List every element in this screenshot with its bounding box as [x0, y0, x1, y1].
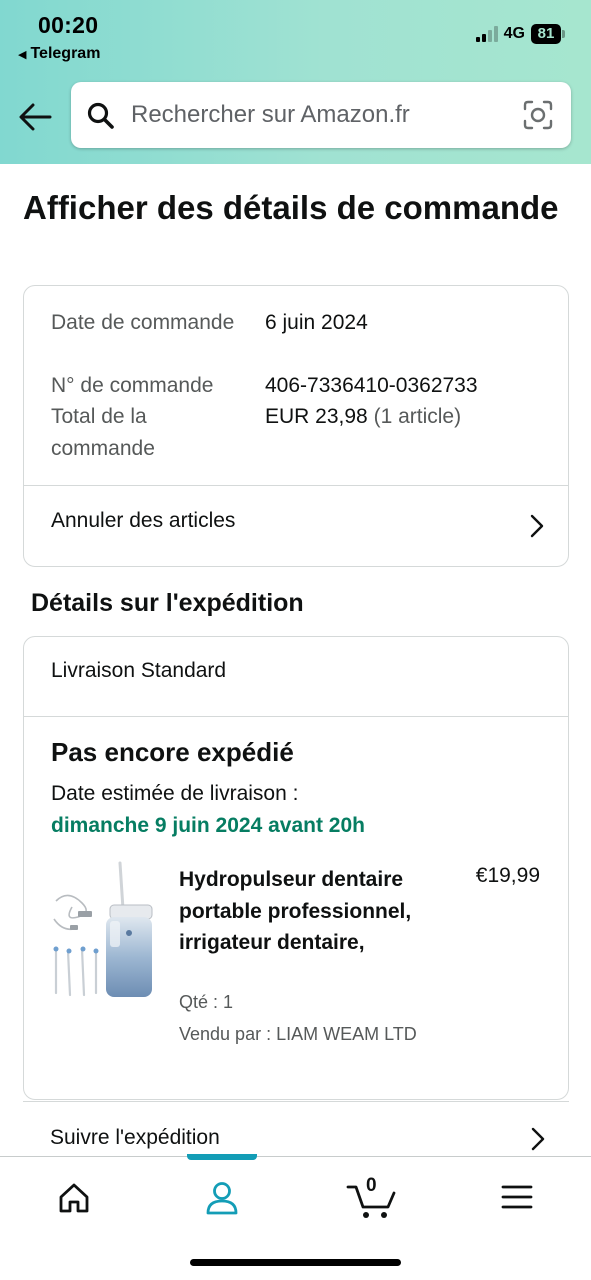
cart-button[interactable]: 0 [344, 1173, 404, 1223]
back-triangle-icon: ◀ [18, 48, 27, 61]
eta-label: Date estimée de livraison : [51, 782, 299, 805]
track-shipment-row[interactable]: Suivre l'expédition [23, 1118, 569, 1158]
chevron-right-icon [531, 1127, 545, 1151]
back-app-label: Telegram [30, 45, 101, 62]
order-total-value: EUR 23,98 (1 article) [265, 401, 461, 433]
section-divider [23, 1101, 569, 1102]
product-image[interactable] [48, 859, 158, 1005]
order-summary-card: Date de commande 6 juin 2024 N° de comma… [23, 285, 569, 567]
order-number-label: N° de commande [51, 374, 214, 397]
cart-count: 0 [366, 1175, 377, 1196]
account-icon[interactable] [192, 1173, 252, 1223]
product-quantity: Qté : 1 [179, 992, 234, 1012]
search-bar[interactable] [71, 82, 571, 148]
product-seller: Vendu par : LIAM WEAM LTD [179, 1024, 417, 1044]
active-tab-indicator [187, 1154, 257, 1160]
order-number-value: 406-7336410-0362733 [265, 374, 478, 397]
chevron-right-icon [530, 514, 544, 538]
status-indicators: 4G 81 [475, 24, 565, 44]
home-icon[interactable] [44, 1173, 104, 1223]
card-divider [24, 716, 568, 717]
track-shipment-label: Suivre l'expédition [50, 1126, 220, 1149]
shipment-card: Livraison Standard Pas encore expédié Da… [23, 636, 569, 1100]
cancel-items-label: Annuler des articles [51, 509, 236, 532]
home-indicator [190, 1259, 401, 1266]
signal-icon [475, 26, 498, 42]
order-date-label: Date de commande [51, 311, 235, 334]
page-title: Afficher des détails de commande [23, 189, 559, 226]
back-arrow-icon[interactable] [16, 100, 54, 134]
order-date-value: 6 juin 2024 [265, 311, 368, 334]
product-price: €19,99 [475, 864, 540, 887]
back-to-app-link[interactable]: ◀ Telegram [18, 45, 100, 63]
eta-date: dimanche 9 juin 2024 avant 20h [51, 814, 365, 837]
network-type: 4G [503, 25, 525, 42]
battery-icon: 81 [531, 24, 565, 44]
shipping-method: Livraison Standard [51, 659, 227, 682]
search-icon [87, 102, 114, 129]
battery-level: 81 [531, 24, 561, 44]
cancel-items-row[interactable]: Annuler des articles [24, 486, 568, 567]
shipment-status: Pas encore expédié [51, 737, 294, 767]
camera-scan-icon[interactable] [523, 100, 553, 130]
product-title[interactable]: Hydropulseur dentaire portable professio… [179, 864, 419, 959]
search-input[interactable] [131, 82, 511, 148]
order-total-items: (1 article) [373, 405, 462, 428]
status-time: 00:20 [38, 12, 99, 38]
menu-icon[interactable] [487, 1173, 547, 1223]
app-header: 00:20 ◀ Telegram 4G 81 [0, 0, 591, 164]
order-total-label: Total de la commande [51, 405, 155, 460]
order-total-amount: EUR 23,98 [265, 405, 368, 428]
shipping-section-title: Détails sur l'expédition [31, 589, 304, 617]
